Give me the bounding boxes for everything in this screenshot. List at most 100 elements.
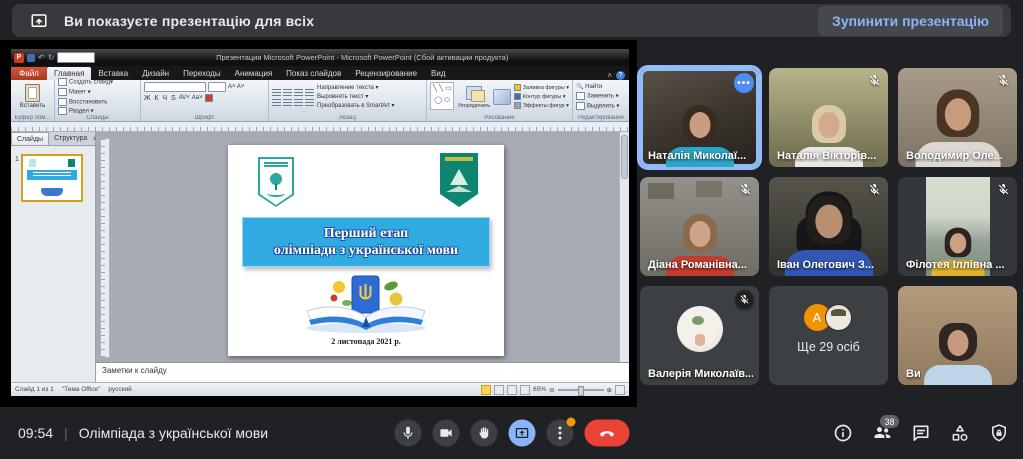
zoom-slider[interactable] — [558, 389, 604, 391]
tab-transitions[interactable]: Переходы — [176, 67, 228, 80]
mic-off-icon — [868, 183, 881, 196]
new-slide-button[interactable]: Создать слайд▾ — [58, 78, 113, 87]
justify-icon[interactable] — [305, 99, 314, 106]
slideshow-view-button[interactable] — [520, 385, 530, 395]
more-options-button[interactable] — [546, 420, 573, 447]
redo-icon[interactable]: ↻ — [48, 54, 55, 62]
select-button[interactable]: Выделить ▾ — [576, 102, 619, 111]
tab-slideshow[interactable]: Показ слайдов — [279, 67, 348, 80]
divider: | — [64, 425, 68, 441]
participant-name: Володимир Оле... — [906, 150, 1003, 162]
stop-presenting-button[interactable]: Зупинити презентацію — [818, 6, 1003, 36]
line-spacing-icon[interactable] — [305, 89, 314, 96]
present-button[interactable] — [508, 420, 535, 447]
participant-tile[interactable]: Наталія Вікторів... — [769, 68, 888, 167]
slide-title-line2: олімпіади з української мови — [274, 242, 458, 259]
font-group: A˄ A˅ Ж К Ч S AV˅ Aa˅ Шрифт — [141, 80, 269, 121]
slide-sorter-view-button[interactable] — [494, 385, 504, 395]
show-everyone-button[interactable]: 38 — [872, 423, 892, 443]
school-emblem-right — [440, 153, 478, 207]
participant-tile[interactable]: Володимир Оле... — [898, 68, 1017, 167]
activities-button[interactable] — [950, 423, 970, 443]
reading-view-button[interactable] — [507, 385, 517, 395]
slide-thumbnail[interactable] — [21, 154, 83, 202]
align-left-icon[interactable] — [272, 99, 281, 106]
bold-italic-underline-buttons[interactable]: Ж К Ч S — [144, 95, 177, 102]
tab-file[interactable]: Файл — [11, 67, 47, 80]
fit-to-window-button[interactable] — [615, 385, 625, 395]
indent-icons[interactable] — [294, 89, 303, 96]
clipboard-group: Вставить Буфер обм... — [11, 80, 55, 121]
participant-tile[interactable]: Філотея Іллівна ... — [898, 177, 1017, 276]
slide-title-box[interactable]: Перший етап олімпіади з української мови — [242, 217, 490, 267]
self-tile[interactable]: Ви — [898, 286, 1017, 385]
powerpoint-window: P ↶ ↻ Презентация Microsoft PowerPoint -… — [10, 48, 630, 394]
text-direction-button[interactable]: Направление текста ▾ — [317, 84, 394, 92]
minimize-ribbon-icon[interactable]: ˄ — [607, 71, 612, 80]
replace-button[interactable]: Заменить ▾ — [576, 92, 619, 101]
tab-animations[interactable]: Анимация — [228, 67, 280, 80]
character-spacing-icon[interactable]: AV˅ — [179, 94, 190, 102]
mic-button[interactable] — [394, 420, 421, 447]
change-case-icon[interactable]: Aa˅ — [192, 94, 203, 102]
slide-canvas[interactable]: Перший етап олімпіади з української мови — [228, 145, 504, 356]
participant-tile[interactable]: Валерія Миколаїв... — [640, 286, 759, 385]
convert-smartart-button[interactable]: Преобразовать в SmartArt ▾ — [317, 102, 394, 110]
tile-more-options-button[interactable]: ••• — [734, 73, 754, 93]
font-size-combobox[interactable] — [208, 82, 226, 92]
align-text-button[interactable]: Выровнять текст ▾ — [317, 93, 394, 101]
font-color-chip[interactable] — [205, 94, 213, 102]
participant-tile[interactable]: Іван Олегович З... — [769, 177, 888, 276]
layout-button[interactable]: Макет ▾ — [58, 88, 113, 97]
chat-button[interactable] — [911, 423, 931, 443]
tab-view[interactable]: Вид — [424, 67, 452, 80]
vertical-scrollbar[interactable] — [619, 132, 629, 362]
slides-group: Создать слайд▾ Макет ▾ Восстановить Разд… — [55, 80, 141, 121]
help-icon[interactable]: ? — [616, 71, 625, 80]
normal-view-button[interactable] — [481, 385, 491, 395]
slide-editor[interactable]: Перший етап олімпіади з української мови — [96, 132, 629, 362]
save-icon[interactable] — [27, 54, 35, 62]
font-name-combobox[interactable] — [144, 82, 206, 92]
overflow-participants-tile[interactable]: A Ще 29 осіб — [769, 286, 888, 385]
screenshare-region[interactable]: P ↶ ↻ Презентация Microsoft PowerPoint -… — [0, 40, 637, 407]
meeting-name: Олімпіада з української мови — [79, 425, 268, 441]
host-controls-button[interactable] — [989, 423, 1009, 443]
paste-icon[interactable] — [25, 84, 40, 102]
numbering-icon[interactable] — [283, 89, 292, 96]
shape-effects-button[interactable]: Эффекты фигур ▾ — [514, 102, 569, 110]
shape-outline-button[interactable]: Контур фигуры ▾ — [514, 93, 569, 101]
participant-tile[interactable]: ••• Наталія Миколаї... — [640, 68, 759, 167]
horizontal-ruler — [11, 122, 629, 132]
reset-button[interactable]: Восстановить — [58, 98, 113, 107]
mic-off-icon — [868, 74, 881, 87]
shapes-gallery[interactable]: ╲ ╲ ▭ ◯ ⬭ △ ▽ ⇩ ◇ ☆ — [430, 82, 454, 110]
shape-fill-button[interactable]: Заливка фигуры ▾ — [514, 84, 569, 92]
arrange-button[interactable]: Упорядочить — [457, 102, 490, 110]
quick-styles-icon[interactable] — [493, 89, 511, 105]
present-screen-icon — [30, 12, 48, 30]
paste-button[interactable]: Вставить — [14, 102, 51, 110]
meeting-details-button[interactable] — [833, 423, 853, 443]
status-bar: Слайд 1 из 1 "Тема Office" русский 65% ⊖… — [11, 382, 629, 396]
zoom-in-button[interactable]: ⊕ — [607, 386, 612, 394]
notes-pane[interactable]: Заметки к слайду — [96, 362, 629, 382]
camera-button[interactable] — [432, 420, 459, 447]
bullets-icon[interactable] — [272, 89, 281, 96]
undo-icon[interactable]: ↶ — [38, 54, 45, 62]
align-center-icon[interactable] — [283, 99, 292, 106]
align-right-icon[interactable] — [294, 99, 303, 106]
tab-design[interactable]: Дизайн — [135, 67, 176, 80]
participant-tile[interactable]: Діана Романівна... — [640, 177, 759, 276]
tab-review[interactable]: Рецензирование — [348, 67, 424, 80]
quick-access-combobox[interactable] — [57, 52, 95, 63]
grow-shrink-font-icons[interactable]: A˄ A˅ — [228, 83, 244, 91]
slide-title-line1: Перший етап — [324, 225, 409, 242]
powerpoint-titlebar[interactable]: P ↶ ↻ Презентация Microsoft PowerPoint -… — [11, 49, 629, 66]
leave-call-button[interactable] — [584, 420, 629, 447]
find-button[interactable]: 🔍 Найти — [576, 83, 619, 91]
raise-hand-button[interactable] — [470, 420, 497, 447]
outline-tab[interactable]: Структура — [49, 133, 92, 145]
zoom-out-button[interactable]: ⊖ — [549, 386, 554, 394]
slides-tab[interactable]: Слайды — [11, 132, 49, 145]
